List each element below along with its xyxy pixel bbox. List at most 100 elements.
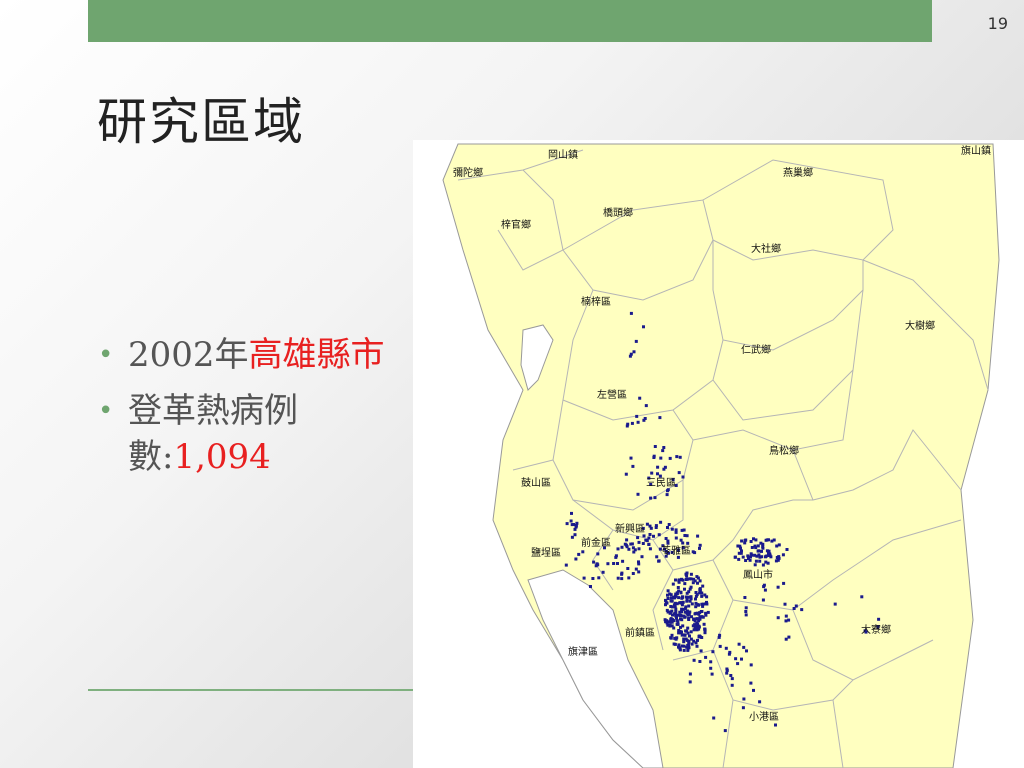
case-point — [645, 522, 649, 526]
bottom-divider — [88, 689, 418, 691]
case-point — [746, 554, 750, 558]
map-frame: 岡山鎮 旗山鎮 彌陀鄉 燕巢鄉 梓官鄉 橋頭鄉 大社鄉 楠梓區 大樹鄉 仁武鄉 左營區 鳥松鄉 鼓山區 三… — [413, 140, 1024, 768]
case-point — [676, 622, 680, 626]
case-point — [596, 563, 600, 567]
case-point — [631, 546, 635, 550]
case-point — [612, 562, 616, 565]
case-point — [654, 524, 658, 528]
case-point — [737, 557, 741, 561]
case-point — [665, 619, 669, 623]
case-point — [636, 536, 640, 540]
case-point — [648, 533, 652, 536]
case-point — [601, 570, 605, 574]
case-point — [632, 350, 636, 354]
district-label: 鼓山區 — [521, 476, 551, 489]
case-point — [683, 534, 687, 537]
case-point — [632, 550, 636, 554]
case-point — [681, 595, 684, 599]
case-point — [686, 648, 690, 652]
case-point — [665, 493, 669, 497]
case-point — [629, 311, 633, 315]
case-point — [712, 716, 716, 720]
case-point — [703, 593, 707, 597]
case-point — [736, 662, 740, 666]
case-point — [662, 467, 666, 471]
case-point — [750, 546, 754, 549]
case-point — [690, 642, 694, 646]
case-point — [683, 582, 687, 586]
case-point — [614, 555, 618, 559]
case-point — [661, 449, 665, 453]
case-point — [677, 596, 681, 600]
case-point — [685, 609, 689, 613]
case-point — [685, 591, 689, 595]
case-point — [634, 567, 638, 571]
case-point — [659, 520, 663, 524]
case-point — [725, 671, 729, 675]
district-label: 鳳山市 — [743, 568, 773, 581]
district-label: 旗山鎮 — [961, 144, 991, 157]
case-point — [761, 563, 765, 567]
case-point — [680, 607, 684, 611]
case-point — [577, 552, 581, 556]
case-point — [636, 420, 640, 424]
case-point — [679, 538, 683, 542]
case-point — [670, 633, 674, 637]
case-point — [687, 616, 691, 620]
case-point — [763, 588, 767, 592]
case-point — [680, 528, 684, 532]
case-point — [774, 723, 777, 727]
case-point — [761, 546, 765, 550]
case-point — [680, 578, 683, 581]
case-point — [749, 552, 753, 556]
case-point — [704, 613, 708, 617]
case-point — [702, 622, 706, 626]
bullet-text: 2002年 — [128, 335, 249, 375]
case-point — [694, 597, 697, 601]
case-point — [680, 618, 684, 622]
case-point — [684, 605, 688, 609]
case-point — [686, 626, 690, 630]
case-point — [688, 577, 692, 581]
case-point — [649, 496, 653, 500]
case-point — [679, 601, 683, 605]
case-point — [675, 455, 679, 459]
case-point — [642, 325, 645, 329]
case-point — [669, 620, 673, 624]
case-point — [625, 538, 629, 542]
case-point — [749, 681, 753, 685]
case-point — [597, 576, 601, 580]
case-point — [637, 570, 641, 574]
case-point — [655, 555, 659, 559]
case-point — [754, 559, 758, 563]
bullet-dot-icon: • — [98, 396, 114, 426]
case-point — [573, 533, 577, 537]
case-point — [620, 545, 624, 549]
case-point — [687, 604, 691, 608]
case-point — [574, 557, 578, 561]
case-point — [760, 549, 763, 553]
case-point — [740, 539, 744, 543]
case-point — [634, 339, 638, 343]
case-point — [703, 627, 707, 631]
case-point — [689, 595, 693, 599]
district-label: 大社鄉 — [751, 242, 781, 255]
case-point — [676, 586, 680, 589]
case-point — [758, 559, 762, 563]
slide-number: 19 — [987, 14, 1008, 33]
bullet-highlight: 1,094 — [173, 437, 271, 477]
case-point — [697, 634, 701, 638]
case-point — [664, 537, 668, 540]
case-point — [656, 472, 659, 476]
case-point — [616, 562, 619, 565]
case-point — [706, 610, 710, 614]
case-point — [783, 602, 787, 606]
case-point — [740, 657, 743, 661]
case-point — [742, 645, 746, 649]
land-area — [442, 143, 1000, 768]
case-point — [694, 591, 698, 594]
case-point — [698, 588, 702, 592]
case-point — [581, 550, 585, 554]
case-point — [658, 416, 662, 420]
case-point — [685, 629, 689, 633]
